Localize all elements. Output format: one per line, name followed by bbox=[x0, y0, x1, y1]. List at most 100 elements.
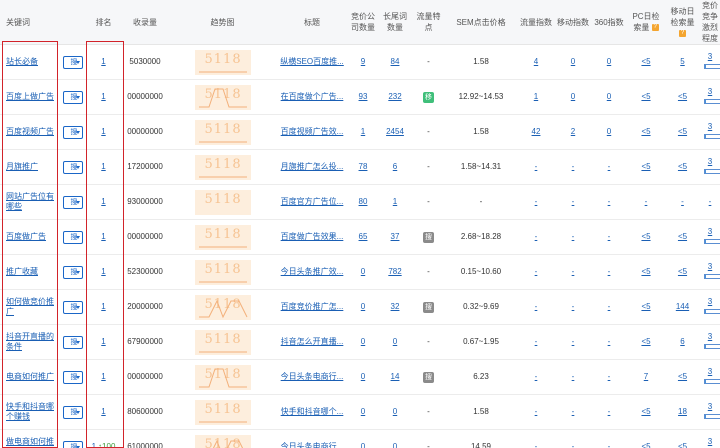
trend-chart[interactable]: 5118 bbox=[194, 364, 251, 390]
header-indexed[interactable]: 收录量 bbox=[121, 0, 169, 45]
mobile-search-link[interactable]: <5 bbox=[678, 92, 687, 101]
longtail-count-link[interactable]: 0 bbox=[393, 407, 397, 416]
longtail-count-link[interactable]: 2454 bbox=[386, 127, 404, 136]
mobile-index-link[interactable]: - bbox=[572, 442, 575, 448]
pc-search-link[interactable]: - bbox=[645, 197, 648, 206]
bid-count-link[interactable]: 93 bbox=[359, 92, 368, 101]
search-engine-select[interactable]: 搜 bbox=[63, 55, 83, 69]
traffic-index-link[interactable]: 1 bbox=[534, 92, 538, 101]
pc-search-link[interactable]: 7 bbox=[644, 372, 648, 381]
index-360-link[interactable]: - bbox=[608, 197, 611, 206]
traffic-index-link[interactable]: - bbox=[535, 337, 538, 346]
trend-chart[interactable]: 5118 bbox=[194, 189, 251, 215]
header-competition[interactable]: 竞价竞争激烈程度 bbox=[700, 0, 720, 45]
search-engine-select[interactable]: 搜 bbox=[63, 440, 83, 448]
mobile-index-link[interactable]: - bbox=[572, 337, 575, 346]
longtail-count-link[interactable]: 14 bbox=[391, 372, 400, 381]
title-link[interactable]: 在百度做个广告... bbox=[281, 92, 344, 101]
bid-count-link[interactable]: 0 bbox=[361, 302, 365, 311]
title-link[interactable]: 今日头条电商行... bbox=[281, 442, 344, 448]
mobile-search-link[interactable]: - bbox=[681, 197, 684, 206]
search-engine-select[interactable]: 搜 bbox=[63, 125, 83, 139]
mobile-index-link[interactable]: - bbox=[572, 372, 575, 381]
mobile-search-link[interactable]: 144 bbox=[676, 302, 689, 311]
longtail-count-link[interactable]: 0 bbox=[393, 442, 397, 448]
mobile-index-link[interactable]: 0 bbox=[571, 57, 575, 66]
trend-chart[interactable]: 5118 bbox=[194, 434, 251, 448]
bid-count-link[interactable]: 0 bbox=[361, 407, 365, 416]
mobile-index-link[interactable]: 0 bbox=[571, 92, 575, 101]
index-360-link[interactable]: - bbox=[608, 372, 611, 381]
mobile-search-link[interactable]: <5 bbox=[678, 162, 687, 171]
help-icon[interactable]: ? bbox=[679, 29, 686, 37]
bid-count-link[interactable]: 80 bbox=[359, 197, 368, 206]
traffic-index-link[interactable]: - bbox=[535, 197, 538, 206]
bid-count-link[interactable]: 0 bbox=[361, 337, 365, 346]
bid-count-link[interactable]: 0 bbox=[361, 267, 365, 276]
search-engine-select[interactable]: 搜 bbox=[63, 160, 83, 174]
competition-link[interactable]: 3 bbox=[708, 367, 712, 376]
bid-count-link[interactable]: 0 bbox=[361, 372, 365, 381]
mobile-search-link[interactable]: 18 bbox=[678, 407, 687, 416]
pc-search-link[interactable]: <5 bbox=[641, 232, 650, 241]
pc-search-link[interactable]: <5 bbox=[641, 57, 650, 66]
longtail-count-link[interactable]: 32 bbox=[391, 302, 400, 311]
trend-chart[interactable]: 5118 bbox=[194, 259, 251, 285]
trend-chart[interactable]: 5118 bbox=[194, 154, 251, 180]
mobile-index-link[interactable]: - bbox=[572, 407, 575, 416]
mobile-index-link[interactable]: - bbox=[572, 197, 575, 206]
pc-search-link[interactable]: <5 bbox=[641, 442, 650, 448]
mobile-index-link[interactable]: - bbox=[572, 232, 575, 241]
header-sem-price[interactable]: SEM点击价格 bbox=[445, 0, 517, 45]
title-link[interactable]: 快手和抖音哪个... bbox=[281, 407, 344, 416]
index-360-link[interactable]: - bbox=[608, 267, 611, 276]
search-engine-select[interactable]: 搜 bbox=[63, 405, 83, 419]
bid-count-link[interactable]: 1 bbox=[361, 127, 365, 136]
competition-link[interactable]: 3 bbox=[708, 332, 712, 341]
pc-search-link[interactable]: <5 bbox=[641, 302, 650, 311]
header-longtail[interactable]: 长尾词数量 bbox=[378, 0, 412, 45]
search-engine-select[interactable]: 搜 bbox=[63, 230, 83, 244]
search-engine-select[interactable]: 搜 bbox=[63, 195, 83, 209]
index-360-link[interactable]: 0 bbox=[607, 57, 611, 66]
search-engine-select[interactable]: 搜 bbox=[63, 300, 83, 314]
pc-search-link[interactable]: <5 bbox=[641, 337, 650, 346]
mobile-index-link[interactable]: - bbox=[572, 302, 575, 311]
pc-search-link[interactable]: <5 bbox=[641, 92, 650, 101]
competition-link[interactable]: 3 bbox=[708, 437, 712, 446]
index-360-link[interactable]: - bbox=[608, 302, 611, 311]
mobile-search-link[interactable]: <5 bbox=[678, 232, 687, 241]
traffic-index-link[interactable]: - bbox=[535, 407, 538, 416]
header-pc-search[interactable]: PC日检索量 ? bbox=[627, 0, 665, 45]
trend-chart[interactable]: 5118 bbox=[194, 84, 251, 110]
title-link[interactable]: 纵横SEO百度推... bbox=[280, 57, 344, 66]
longtail-count-link[interactable]: 782 bbox=[388, 267, 401, 276]
competition-link[interactable]: 3 bbox=[708, 262, 712, 271]
competition-link[interactable]: 3 bbox=[708, 122, 712, 131]
pc-search-link[interactable]: <5 bbox=[641, 267, 650, 276]
title-link[interactable]: 百度官方广告位... bbox=[281, 197, 344, 206]
mobile-search-link[interactable]: <5 bbox=[678, 372, 687, 381]
traffic-index-link[interactable]: 4 bbox=[534, 57, 538, 66]
trend-chart[interactable]: 5118 bbox=[194, 119, 251, 145]
bid-count-link[interactable]: 0 bbox=[361, 442, 365, 448]
index-360-link[interactable]: - bbox=[608, 232, 611, 241]
trend-chart[interactable]: 5118 bbox=[194, 49, 251, 75]
competition-link[interactable]: - bbox=[709, 197, 712, 206]
title-link[interactable]: 月旗推广怎么投... bbox=[281, 162, 344, 171]
pc-search-link[interactable]: <5 bbox=[641, 127, 650, 136]
longtail-count-link[interactable]: 232 bbox=[388, 92, 401, 101]
traffic-index-link[interactable]: 42 bbox=[532, 127, 541, 136]
mobile-index-link[interactable]: - bbox=[572, 162, 575, 171]
competition-link[interactable]: 3 bbox=[708, 227, 712, 236]
header-mobile-index[interactable]: 移动指数 bbox=[555, 0, 591, 45]
title-link[interactable]: 今日头条推广效... bbox=[281, 267, 344, 276]
header-traffic-index[interactable]: 流量指数 bbox=[517, 0, 555, 45]
search-engine-select[interactable]: 搜 bbox=[63, 335, 83, 349]
index-360-link[interactable]: - bbox=[608, 442, 611, 448]
competition-link[interactable]: 3 bbox=[708, 157, 712, 166]
traffic-index-link[interactable]: - bbox=[535, 442, 538, 448]
competition-link[interactable]: 3 bbox=[708, 297, 712, 306]
mobile-search-link[interactable]: <5 bbox=[678, 127, 687, 136]
bid-count-link[interactable]: 78 bbox=[359, 162, 368, 171]
